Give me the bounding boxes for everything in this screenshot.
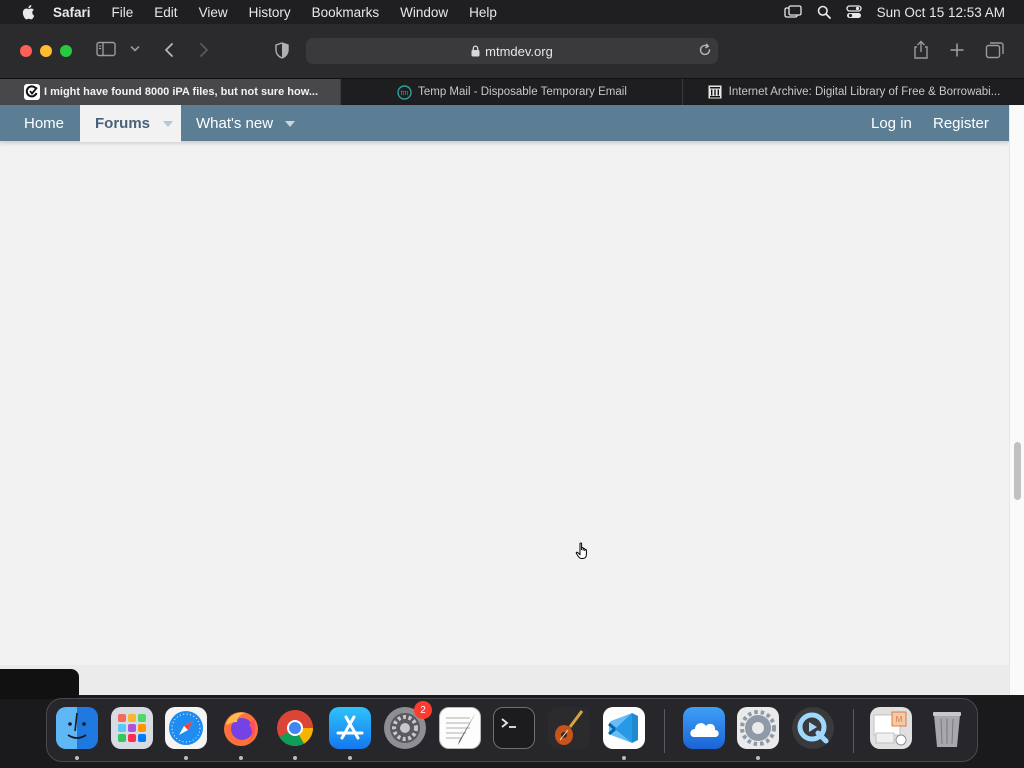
menu-window[interactable]: Window	[400, 5, 448, 20]
internet-archive-icon	[707, 84, 723, 100]
svg-text:tm: tm	[400, 90, 408, 97]
site-navigation: Home Forums What's new Log in Register	[0, 105, 1009, 142]
window-minimize-button[interactable]	[40, 45, 52, 57]
dock-running-indicator	[239, 756, 243, 760]
hand-pointer-cursor-icon	[575, 542, 591, 560]
login-link[interactable]: Log in	[871, 105, 912, 142]
nav-forums-tab[interactable]: Forums	[80, 105, 181, 142]
reload-icon[interactable]	[698, 43, 712, 60]
dock-running-indicator	[75, 756, 79, 760]
menu-bar: Safari File Edit View History Bookmarks …	[0, 0, 1024, 24]
sidebar-toggle-icon[interactable]	[96, 41, 116, 57]
menu-edit[interactable]: Edit	[154, 5, 177, 20]
dock-chrome-icon[interactable]	[274, 707, 316, 749]
tab-internet-archive[interactable]: Internet Archive: Digital Library of Fre…	[683, 79, 1024, 105]
new-tab-plus-icon[interactable]	[949, 42, 965, 58]
dock-settings-icon[interactable]	[737, 707, 779, 749]
dock-running-indicator	[622, 756, 626, 760]
tab-title: I might have found 8000 iPA files, but n…	[44, 86, 319, 98]
browser-toolbar: mtmdev.org	[0, 24, 1024, 78]
dock-running-indicator	[293, 756, 297, 760]
menu-clock[interactable]: Sun Oct 15 12:53 AM	[877, 5, 1005, 20]
dock-terminal-icon[interactable]	[493, 707, 535, 749]
page-footer-strip	[0, 665, 1009, 695]
tab-bar: I might have found 8000 iPA files, but n…	[0, 78, 1024, 105]
dock-firefox-icon[interactable]	[220, 707, 262, 749]
menu-app-name[interactable]: Safari	[53, 5, 91, 20]
nav-forums-label: Forums	[95, 115, 151, 132]
window-zoom-button[interactable]	[60, 45, 72, 57]
nav-whats-new-tab[interactable]: What's new	[196, 105, 296, 142]
chevron-down-icon[interactable]	[130, 45, 140, 53]
svg-text:M: M	[896, 715, 903, 724]
tab-mtmdev[interactable]: I might have found 8000 iPA files, but n…	[0, 79, 341, 105]
tab-overview-icon[interactable]	[985, 41, 1005, 59]
dock-safari-icon[interactable]	[165, 707, 207, 749]
nav-home-link[interactable]: Home	[24, 105, 64, 142]
dock-separator	[664, 709, 665, 753]
dock-vscode-icon[interactable]	[603, 707, 645, 749]
dock-textedit-icon[interactable]	[439, 707, 481, 749]
whats-new-dropdown-caret-icon[interactable]	[285, 120, 296, 127]
menu-bookmarks[interactable]: Bookmarks	[312, 5, 380, 20]
dock-running-indicator	[348, 756, 352, 760]
menu-history[interactable]: History	[249, 5, 291, 20]
tab-title: Internet Archive: Digital Library of Fre…	[728, 86, 1001, 98]
temp-mail-icon: tm	[396, 84, 412, 100]
vertical-scrollbar[interactable]	[1009, 105, 1024, 695]
lock-icon	[471, 45, 480, 57]
dock-icloud-icon[interactable]	[683, 707, 725, 749]
forums-dropdown-caret-icon[interactable]	[163, 120, 174, 127]
scrollbar-thumb[interactable]	[1014, 442, 1021, 500]
dock-downloads-stack-icon[interactable]: M	[870, 707, 912, 749]
web-page: Home Forums What's new Log in Register	[0, 105, 1024, 695]
address-bar[interactable]: mtmdev.org	[306, 38, 718, 64]
share-icon[interactable]	[912, 40, 930, 60]
spotlight-search-icon[interactable]	[817, 5, 831, 19]
menu-view[interactable]: View	[199, 5, 228, 20]
dock-system-preferences-icon[interactable]: 2	[384, 701, 432, 749]
dock-separator	[853, 709, 854, 753]
url-text: mtmdev.org	[485, 43, 553, 59]
background-window-corner	[0, 669, 79, 699]
mtmdev-icon	[24, 84, 40, 100]
dock-app-store-icon[interactable]	[329, 707, 371, 749]
notification-badge: 2	[414, 701, 432, 719]
menu-file[interactable]: File	[112, 5, 134, 20]
dock: 2 M	[46, 698, 978, 762]
tab-title: Temp Mail - Disposable Temporary Email	[418, 86, 627, 98]
apple-menu-icon[interactable]	[19, 4, 37, 20]
dock-running-indicator	[756, 756, 760, 760]
tab-temp-mail[interactable]: tm Temp Mail - Disposable Temporary Emai…	[341, 79, 683, 105]
dock-running-indicator	[184, 756, 188, 760]
control-center-icon[interactable]	[846, 5, 862, 19]
menu-help[interactable]: Help	[469, 5, 497, 20]
dock-quicktime-icon[interactable]	[792, 707, 834, 749]
register-link[interactable]: Register	[933, 105, 989, 142]
dock-trash-icon[interactable]	[926, 707, 968, 749]
dock-finder-icon[interactable]	[56, 707, 98, 749]
window-close-button[interactable]	[20, 45, 32, 57]
forward-arrow-icon[interactable]	[198, 42, 210, 58]
screen-mirroring-icon[interactable]	[784, 5, 802, 19]
nav-whats-new-label: What's new	[196, 115, 274, 132]
privacy-shield-icon[interactable]	[275, 42, 289, 59]
back-arrow-icon[interactable]	[163, 42, 175, 58]
dock-launchpad-icon[interactable]	[111, 707, 153, 749]
dock-garageband-icon[interactable]	[548, 707, 590, 749]
